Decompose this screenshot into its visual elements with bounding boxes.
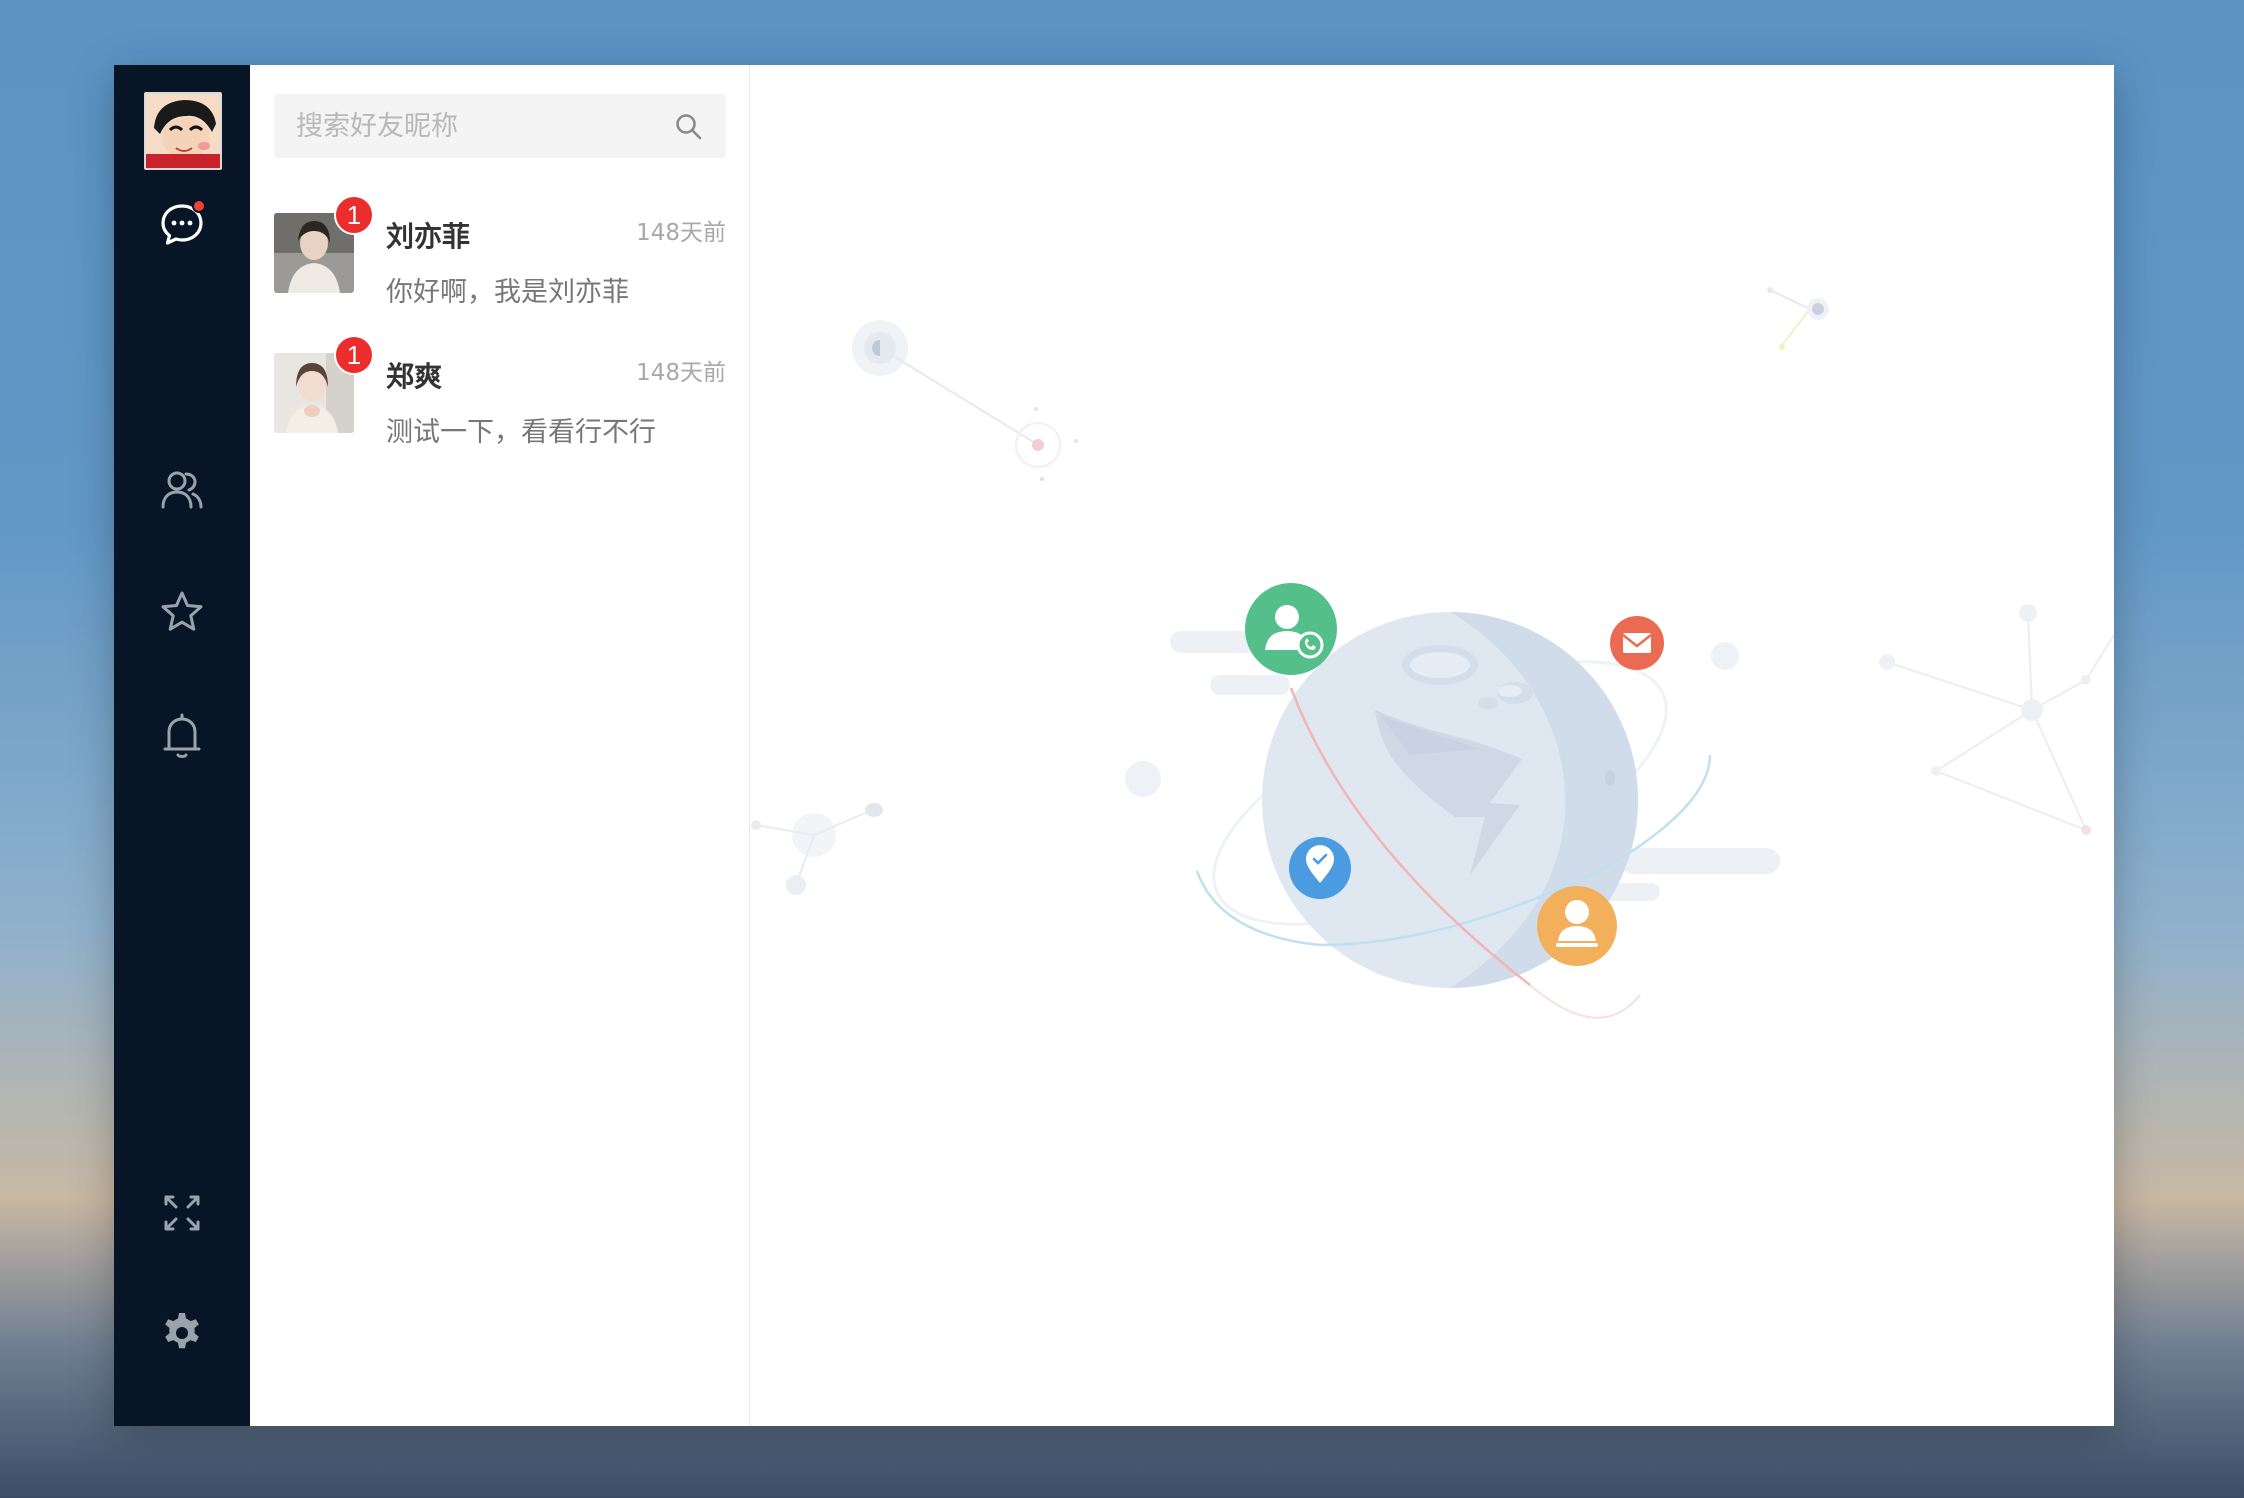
constellation-right bbox=[1879, 604, 2114, 835]
cartoon-avatar-image bbox=[146, 94, 220, 168]
gear-icon bbox=[159, 1310, 205, 1356]
unread-dot bbox=[192, 199, 206, 213]
search-input[interactable] bbox=[274, 95, 678, 157]
mail-marker bbox=[1610, 616, 1664, 670]
constellation-bottom-left bbox=[751, 803, 883, 895]
app-window: 1 刘亦菲 148天前 你好啊，我是刘亦菲 1 郑爽 148天前 测试一下，看看… bbox=[114, 65, 2114, 1426]
last-message: 你好啊，我是刘亦菲 bbox=[386, 277, 629, 308]
user-marker bbox=[1537, 886, 1617, 966]
bell-icon bbox=[159, 711, 205, 761]
message-time: 148天前 bbox=[636, 220, 726, 246]
last-message: 测试一下，看看行不行 bbox=[386, 417, 656, 448]
unread-badge: 1 bbox=[334, 195, 374, 235]
search-box bbox=[274, 94, 726, 158]
nav-chat[interactable] bbox=[152, 195, 212, 255]
floating-dot bbox=[1125, 761, 1161, 797]
expand-icon bbox=[162, 1193, 202, 1233]
constellation-top-right bbox=[1767, 287, 1829, 350]
nav-notifications[interactable] bbox=[152, 706, 212, 766]
location-marker bbox=[1289, 837, 1351, 899]
user-avatar[interactable] bbox=[144, 92, 222, 170]
conversation-item[interactable]: 1 刘亦菲 148天前 你好啊，我是刘亦菲 bbox=[250, 195, 750, 335]
floating-dot bbox=[1711, 642, 1739, 670]
conversation-item[interactable]: 1 郑爽 148天前 测试一下，看看行不行 bbox=[250, 335, 750, 475]
settings-button[interactable] bbox=[152, 1303, 212, 1363]
search-icon[interactable] bbox=[674, 112, 704, 146]
fullscreen-button[interactable] bbox=[152, 1183, 212, 1243]
contact-name: 刘亦菲 bbox=[386, 220, 471, 253]
star-icon bbox=[159, 589, 205, 635]
globe-illustration bbox=[751, 287, 2114, 1019]
conversation-list: 1 刘亦菲 148天前 你好啊，我是刘亦菲 1 郑爽 148天前 测试一下，看看… bbox=[250, 65, 750, 1426]
message-time: 148天前 bbox=[636, 360, 726, 386]
constellation-top-left bbox=[852, 320, 1078, 481]
phone-contact-marker bbox=[1245, 583, 1337, 675]
nav-favorites[interactable] bbox=[152, 582, 212, 642]
unread-badge: 1 bbox=[334, 335, 374, 375]
side-nav bbox=[114, 65, 250, 1426]
nav-contacts[interactable] bbox=[152, 460, 212, 520]
contact-name: 郑爽 bbox=[386, 360, 443, 393]
contacts-icon bbox=[159, 467, 205, 513]
empty-state-panel bbox=[750, 65, 2114, 1426]
